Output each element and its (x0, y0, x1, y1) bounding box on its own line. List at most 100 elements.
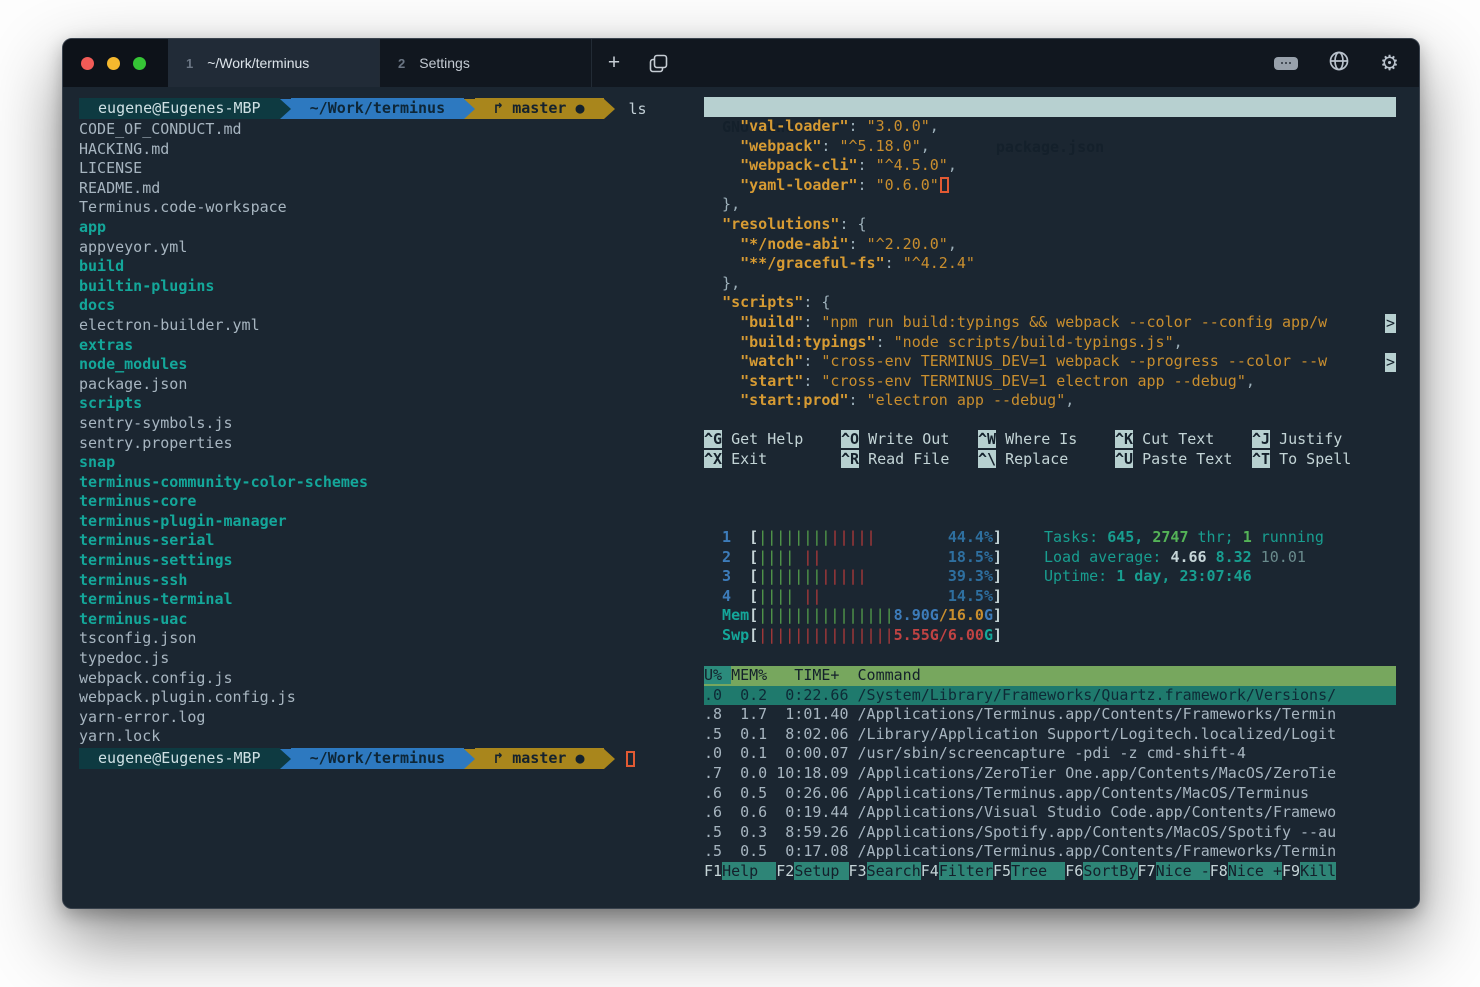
nano-shortcut: ^U Paste Text (1115, 449, 1252, 470)
prompt-segment: ↱ master ● (475, 98, 604, 119)
file-entry: extras (79, 335, 134, 354)
nano-shortcut: ^K Cut Text (1115, 430, 1252, 450)
nano-line: }, (704, 273, 741, 292)
new-tab-button[interactable]: + (592, 39, 636, 87)
fkey-item[interactable]: F8Nice + (1210, 861, 1282, 880)
prompt-segment: eugene@Eugenes-MBP (79, 98, 280, 119)
nano-line: "webpack-cli": "^4.5.0", (740, 156, 957, 175)
close-window-button[interactable] (81, 56, 94, 70)
fkey-item[interactable]: F9Kill (1282, 861, 1337, 880)
process-row[interactable]: .5 0.1 8:02.06 /Library/Application Supp… (704, 725, 1396, 745)
file-entry: docs (79, 296, 116, 315)
file-entry: terminus-terminal (79, 590, 233, 609)
file-entry: tsconfig.json (79, 629, 197, 648)
nano-shortcut: ^\ Replace (978, 449, 1115, 470)
shortcut-label: Replace (996, 449, 1069, 468)
line-continues-marker: > (1384, 353, 1396, 372)
fkey-item[interactable]: F6SortBy (1065, 861, 1138, 880)
fkey-number: F7 (1137, 861, 1156, 880)
process-row[interactable]: .7 0.0 10:18.09 /Applications/ZeroTier O… (704, 764, 1396, 784)
prompt-segment: ↱ master ● (475, 748, 604, 769)
fkey-number: F4 (920, 861, 939, 880)
tab-work-terminus[interactable]: 1 ~/Work/terminus (168, 39, 380, 87)
fkey-number: F3 (848, 861, 867, 880)
file-entry: Terminus.code-workspace (79, 198, 287, 217)
fkey-label: Nice + (1227, 861, 1282, 880)
process-row[interactable]: .8 1.7 1:01.40 /Applications/Terminus.ap… (704, 705, 1396, 725)
htop-meters: 1 [||||||||||||| 44.4%] 2 [|||| || 18.5%… (704, 528, 1002, 646)
file-entry: electron-builder.yml (79, 315, 260, 334)
file-entry: LICENSE (79, 159, 143, 178)
nano-shortcut: ^R Read File (841, 449, 978, 470)
fkey-number: F2 (776, 861, 795, 880)
file-entry: terminus-core (79, 492, 197, 511)
tab-bar: 1 ~/Work/terminus 2 Settings + ⚙ (63, 39, 1419, 87)
nano-shortcut: ^O Write Out (841, 430, 978, 450)
globe-icon[interactable] (1328, 50, 1350, 77)
htop-tasks-summary: Tasks: 645, 2747 thr; 1 running Load aver… (1044, 528, 1324, 587)
nano-line: "*/node-abi": "^2.20.0", (740, 234, 957, 253)
fkey-number: F9 (1282, 861, 1301, 880)
nano-shortcut: ^J Justify (1252, 430, 1389, 450)
fkey-item[interactable]: F2Setup (776, 861, 849, 880)
nano-cursor (939, 176, 949, 193)
fkey-item[interactable]: F1Help (704, 861, 777, 880)
nano-line: "scripts": { (722, 293, 831, 312)
process-row[interactable]: .0 0.1 0:00.07 /usr/sbin/screencapture -… (704, 744, 1396, 764)
file-entry: appveyor.yml (79, 237, 188, 256)
process-row[interactable]: .0 0.2 0:22.66 /System/Library/Framework… (704, 685, 1396, 706)
nano-line: }, (704, 195, 741, 214)
ls-output: CODE_OF_CONDUCT.md HACKING.md LICENSE READM… (79, 120, 679, 747)
nano-shortcut: ^G Get Help (704, 430, 841, 450)
process-row[interactable]: .5 0.3 8:59.26 /Applications/Spotify.app… (704, 823, 1396, 843)
prompt-segment: ~/Work/terminus (290, 98, 465, 119)
shortcut-label: Exit (722, 449, 768, 468)
task-line: Load average: 4.66 8.32 10.01 (1044, 547, 1306, 566)
process-row[interactable]: .5 0.5 0:17.08 /Applications/Terminus.ap… (704, 842, 1396, 862)
fkey-item[interactable]: F4Filter (920, 861, 993, 880)
fkey-number: F6 (1065, 861, 1084, 880)
nano-line: "build:typings": "node scripts/build-typ… (740, 332, 1183, 351)
fkey-item[interactable]: F7Nice - (1137, 861, 1210, 880)
shortcut-key: ^G (704, 430, 723, 448)
shortcut-key: ^X (704, 449, 723, 468)
nano-shortcut-bar: ^G Get Help ^O Write Out ^W Where Is ^K Cut… (704, 430, 1396, 469)
minimize-window-button[interactable] (107, 56, 120, 70)
fkey-item[interactable]: F5Tree (993, 861, 1066, 880)
shell-pane[interactable]: eugene@Eugenes-MBP ~/Work/terminus ↱ mas… (79, 97, 679, 770)
table-header[interactable]: U% MEM% TIME+ Command (704, 666, 1396, 686)
tab-settings[interactable]: 2 Settings (380, 39, 592, 87)
fkey-label: SortBy (1083, 861, 1138, 880)
fkey-label: Kill (1300, 861, 1337, 880)
file-entry: terminus-serial (79, 531, 215, 550)
duplicate-tab-icon[interactable] (636, 39, 680, 87)
process-row[interactable]: .6 0.6 0:19.44 /Applications/Visual Stud… (704, 803, 1396, 823)
meter-row: Swp[|||||||||||||||5.55G/6.00G] (704, 625, 1003, 644)
file-entry: webpack.plugin.config.js (79, 688, 296, 707)
task-line: Uptime: 1 day, 23:07:46 (1044, 567, 1252, 586)
keyboard-icon[interactable] (1274, 56, 1299, 70)
meter-row: 3 [|||||||||||| 39.3%] (704, 567, 1003, 586)
shortcut-label: Paste Text (1133, 449, 1233, 468)
shortcut-label: Justify (1270, 430, 1343, 448)
shortcut-key: ^R (841, 449, 860, 468)
file-entry: yarn.lock (79, 727, 161, 746)
typed-command: ls (628, 99, 647, 118)
nano-buffer: "val-loader": "3.0.0", "webpack": "^5.18… (704, 117, 1396, 411)
nano-line: "**/graceful-fs": "^4.2.4" (740, 254, 975, 273)
fkey-item[interactable]: F3Search (848, 861, 921, 880)
settings-gear-icon[interactable]: ⚙ (1380, 52, 1399, 74)
file-entry: typedoc.js (79, 649, 170, 668)
nano-shortcut: ^X Exit (704, 449, 841, 470)
right-pane[interactable]: GNU nano 4.5 package.json "val-loader": … (704, 97, 1396, 897)
shortcut-key: ^W (978, 430, 997, 448)
maximize-window-button[interactable] (133, 56, 146, 70)
file-entry: sentry.properties (79, 433, 233, 452)
shortcut-label: Write Out (859, 430, 950, 448)
nano-line: "watch": "cross-env TERMINUS_DEV=1 webpa… (740, 352, 1396, 372)
shortcut-label: Where Is (996, 430, 1078, 448)
file-entry: builtin-plugins (79, 276, 215, 295)
sort-column: U% (704, 666, 732, 684)
file-entry: build (79, 257, 125, 276)
process-row[interactable]: .6 0.5 0:26.06 /Applications/Terminus.ap… (704, 784, 1396, 804)
